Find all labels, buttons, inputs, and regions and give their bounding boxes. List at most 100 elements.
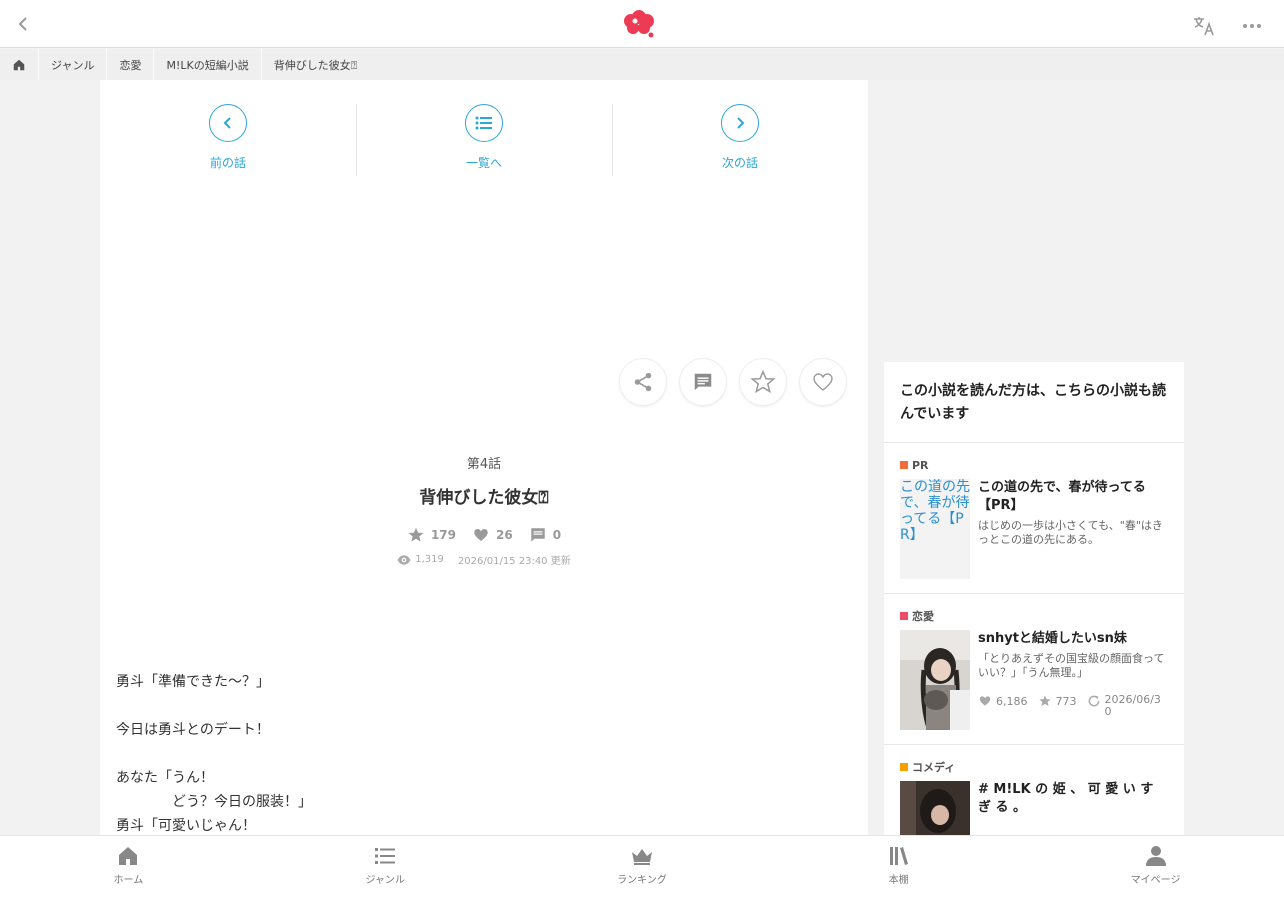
tab-mypage[interactable]: マイページ — [1027, 836, 1284, 900]
breadcrumb: ジャンル 恋愛 M!LKの短編小説 背伸びした彼女⍰ — [0, 49, 1284, 80]
thumbnail[interactable] — [900, 630, 970, 730]
tab-genre[interactable]: ジャンル — [257, 836, 514, 900]
card-title[interactable]: snhytと結婚したいsn妹 — [978, 630, 1168, 648]
tab-home[interactable]: ホーム — [0, 836, 257, 900]
breadcrumb-current: 背伸びした彼女⍰ — [273, 58, 358, 72]
refresh-icon — [1088, 695, 1099, 707]
bottom-tab-bar: ホーム ジャンル ランキング 本棚 マイページ — [0, 835, 1284, 900]
story-line — [116, 694, 846, 718]
bookshelf-icon — [889, 847, 908, 865]
card-description: はじめの一歩は小さくても、"春"はきっとこの道の先にある。 — [978, 519, 1163, 546]
category-text: PR — [912, 458, 929, 472]
next-episode-label: 次の話 — [721, 156, 758, 170]
eye-icon — [397, 554, 411, 565]
comment-count-value: 0 — [552, 528, 562, 542]
card-description: 「とりあえずその国宝級の顔面食っていい？」「うん無理。」 — [978, 652, 1165, 679]
tab-ranking-label: ランキング — [617, 875, 667, 886]
card-updated: 2026/06/30 — [1087, 694, 1163, 718]
category-label: コメディ — [900, 759, 1168, 775]
chevron-left-icon — [209, 104, 247, 142]
card-stars-value: 773 — [1055, 694, 1077, 708]
tab-bookshelf[interactable]: 本棚 — [770, 836, 1027, 900]
action-buttons — [620, 359, 846, 405]
thumbnail[interactable] — [900, 781, 970, 835]
comment-icon — [530, 528, 545, 542]
card-likes: 6,186 — [978, 694, 1028, 708]
category-label: PR — [900, 457, 1168, 473]
thumbnail-alt-text: この道の先で、春が待ってる【PR】 — [900, 479, 970, 543]
star-icon — [1038, 695, 1051, 707]
story-line: 勇斗「可愛いじゃん！ — [116, 818, 256, 834]
category-text: コメディ — [912, 761, 956, 774]
category-marker — [900, 612, 908, 620]
tab-ranking[interactable]: ランキング — [514, 836, 771, 900]
card-stars: 773 — [1038, 694, 1077, 708]
page-gutter — [1268, 80, 1284, 835]
heart-icon[interactable] — [800, 359, 846, 405]
list-icon — [375, 848, 396, 864]
crown-icon — [631, 849, 652, 865]
story-line: 勇斗「準備できた〜？」 — [116, 674, 270, 690]
category-marker — [900, 461, 908, 469]
category-marker — [900, 763, 908, 771]
story-line — [116, 742, 846, 766]
list-icon — [465, 104, 503, 142]
card-stats: 6,186 773 2026/06/30 — [978, 694, 1168, 718]
home-icon — [119, 847, 138, 865]
chevron-left-icon[interactable] — [12, 12, 36, 36]
more-icon[interactable] — [1240, 14, 1264, 38]
card-title[interactable]: この道の先で、春が待ってる【PR】 — [978, 479, 1168, 515]
chevron-right-icon — [721, 104, 759, 142]
tab-genre-label: ジャンル — [365, 875, 405, 886]
episode-list-button[interactable]: 一覧へ — [356, 104, 612, 176]
top-bar — [0, 0, 1284, 48]
episode-stats: 179 26 0 — [100, 526, 868, 544]
main-content: 前の話 一覧へ 次の話 第4話 背伸びした彼女⍰ 179 26 0 1,319 … — [100, 80, 868, 835]
home-icon[interactable] — [0, 49, 38, 80]
breadcrumb-genre[interactable]: ジャンル — [39, 49, 106, 80]
episode-list-label: 一覧へ — [465, 156, 502, 170]
card-title[interactable]: # M!LK の 姫 、 可 愛 い す ぎ る 。 — [978, 781, 1168, 817]
like-count: 26 — [472, 526, 513, 544]
recommendation-card[interactable]: 恋愛 snhytと結婚したいsn妹 「とりあえずその国宝級の顔面食っていい？」「… — [884, 594, 1184, 745]
heart-icon — [979, 696, 991, 706]
site-logo[interactable] — [622, 8, 656, 40]
episode-number: 第4話 — [466, 457, 502, 472]
star-count: 179 — [407, 526, 456, 544]
recommendations-heading: この小説を読んだ方は、こちらの小説も読んでいます — [884, 362, 1184, 443]
comment-icon[interactable] — [680, 359, 726, 405]
thumbnail[interactable]: この道の先で、春が待ってる【PR】 — [900, 479, 970, 579]
card-date: 2026/06/30 — [1104, 693, 1161, 718]
category-text: 恋愛 — [912, 610, 934, 623]
prev-episode-label: 前の話 — [209, 156, 246, 170]
recommendation-card[interactable]: コメディ # M!LK の 姫 、 可 愛 い す ぎ る 。 — [884, 745, 1184, 835]
next-episode-button[interactable]: 次の話 — [612, 104, 868, 176]
star-icon — [408, 527, 424, 542]
breadcrumb-novel[interactable]: M!LKの短編小説 — [154, 49, 260, 80]
view-count-value: 1,319 — [415, 554, 444, 565]
story-line: どう？今日の服装！」 — [172, 794, 312, 810]
star-count-value: 179 — [430, 528, 456, 542]
episode-title: 背伸びした彼女⍰ — [419, 488, 549, 508]
star-icon[interactable] — [740, 359, 786, 405]
person-icon — [1145, 846, 1166, 866]
translate-icon[interactable] — [1192, 14, 1216, 38]
recommendations-panel: この小説を読んだ方は、こちらの小説も読んでいます PR この道の先で、春が待って… — [884, 362, 1184, 835]
heart-icon — [474, 529, 488, 541]
comment-count: 0 — [529, 526, 561, 544]
card-likes-value: 6,186 — [996, 694, 1028, 708]
prev-episode-button[interactable]: 前の話 — [100, 104, 356, 176]
tab-bookshelf-label: 本棚 — [888, 875, 909, 886]
story-line: 今日は勇斗とのデート！ — [116, 722, 270, 738]
breadcrumb-romance[interactable]: 恋愛 — [107, 49, 153, 80]
story-line: あなた「うん！ — [116, 770, 214, 786]
tab-home-label: ホーム — [113, 875, 144, 886]
episode-meta: 1,319 2026/01/15 23:40 更新 — [100, 552, 868, 567]
recommendation-card[interactable]: PR この道の先で、春が待ってる【PR】 この道の先で、春が待ってる【PR】 は… — [884, 443, 1184, 594]
tab-mypage-label: マイページ — [1130, 875, 1181, 886]
story-body: 勇斗「準備できた〜？」 今日は勇斗とのデート！ あなた「うん！ どう？今日の服装… — [116, 670, 846, 835]
view-count: 1,319 — [397, 552, 444, 567]
category-label: 恋愛 — [900, 608, 1168, 624]
share-icon[interactable] — [620, 359, 666, 405]
like-count-value: 26 — [496, 528, 513, 542]
